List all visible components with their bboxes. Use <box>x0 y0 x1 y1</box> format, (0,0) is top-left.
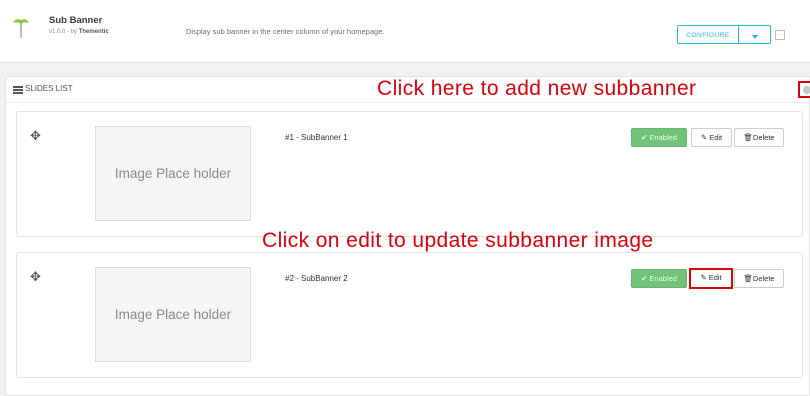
drag-handle-icon[interactable]: ✥ <box>30 270 41 283</box>
enabled-label: Enabled <box>649 274 677 283</box>
edit-icon: ✎ <box>700 273 707 282</box>
configure-button[interactable]: CONFIGURE <box>677 25 739 44</box>
module-description: Display sub banner in the center column … <box>186 27 385 36</box>
module-version-text: v1.0.0 - by <box>49 29 78 35</box>
trash-icon: 🗑 <box>743 133 753 142</box>
module-logo-icon <box>13 19 29 38</box>
module-actions-dropdown[interactable] <box>739 25 771 44</box>
slide-item: ✥ Image Place holder #1 - SubBanner 1 ✔ … <box>16 111 803 237</box>
module-author: Thementic <box>78 29 109 35</box>
list-icon <box>13 86 23 94</box>
module-header: Sub Banner v1.0.0 - by Thementic Display… <box>0 0 810 63</box>
check-icon: ✔ <box>641 133 648 142</box>
delete-label: Delete <box>752 274 775 283</box>
edit-label: Edit <box>708 273 722 282</box>
enabled-toggle[interactable]: ✔ Enabled <box>631 269 687 288</box>
slide-title: #1 - SubBanner 1 <box>285 133 348 142</box>
delete-button[interactable]: 🗑Delete <box>734 128 784 147</box>
panel-title: SLIDES LIST <box>25 84 73 93</box>
image-placeholder-text: Image Place holder <box>114 307 232 322</box>
module-version: v1.0.0 - by Thementic <box>49 29 109 35</box>
module-select-checkbox[interactable] <box>775 30 785 40</box>
module-name: Sub Banner <box>49 15 103 26</box>
edit-icon: ✎ <box>700 133 708 142</box>
delete-label: Delete <box>752 133 775 142</box>
edit-button[interactable]: ✎ Edit <box>689 268 733 289</box>
enabled-toggle[interactable]: ✔ Enabled <box>631 128 687 147</box>
slide-item: ✥ Image Place holder #2 - SubBanner 2 ✔ … <box>16 252 803 378</box>
slide-title: #2 - SubBanner 2 <box>285 274 348 283</box>
slide-image-placeholder: Image Place holder <box>95 267 251 362</box>
check-icon: ✔ <box>641 274 648 283</box>
delete-button[interactable]: 🗑Delete <box>734 269 784 288</box>
caret-down-icon <box>751 35 758 39</box>
panel-header: SLIDES LIST Click here to add new subban… <box>6 77 810 103</box>
plus-circle-icon <box>803 86 810 94</box>
slide-image-placeholder: Image Place holder <box>95 126 251 221</box>
drag-handle-icon[interactable]: ✥ <box>30 129 41 142</box>
image-placeholder-text: Image Place holder <box>114 166 232 181</box>
edit-annotation: Click on edit to update subbanner image <box>262 229 654 252</box>
trash-icon: 🗑 <box>743 274 753 283</box>
add-subbanner-button[interactable] <box>798 81 810 98</box>
enabled-label: Enabled <box>649 133 677 142</box>
add-annotation: Click here to add new subbanner <box>377 77 697 100</box>
edit-label: Edit <box>709 133 723 142</box>
edit-button[interactable]: ✎ Edit <box>691 128 732 147</box>
